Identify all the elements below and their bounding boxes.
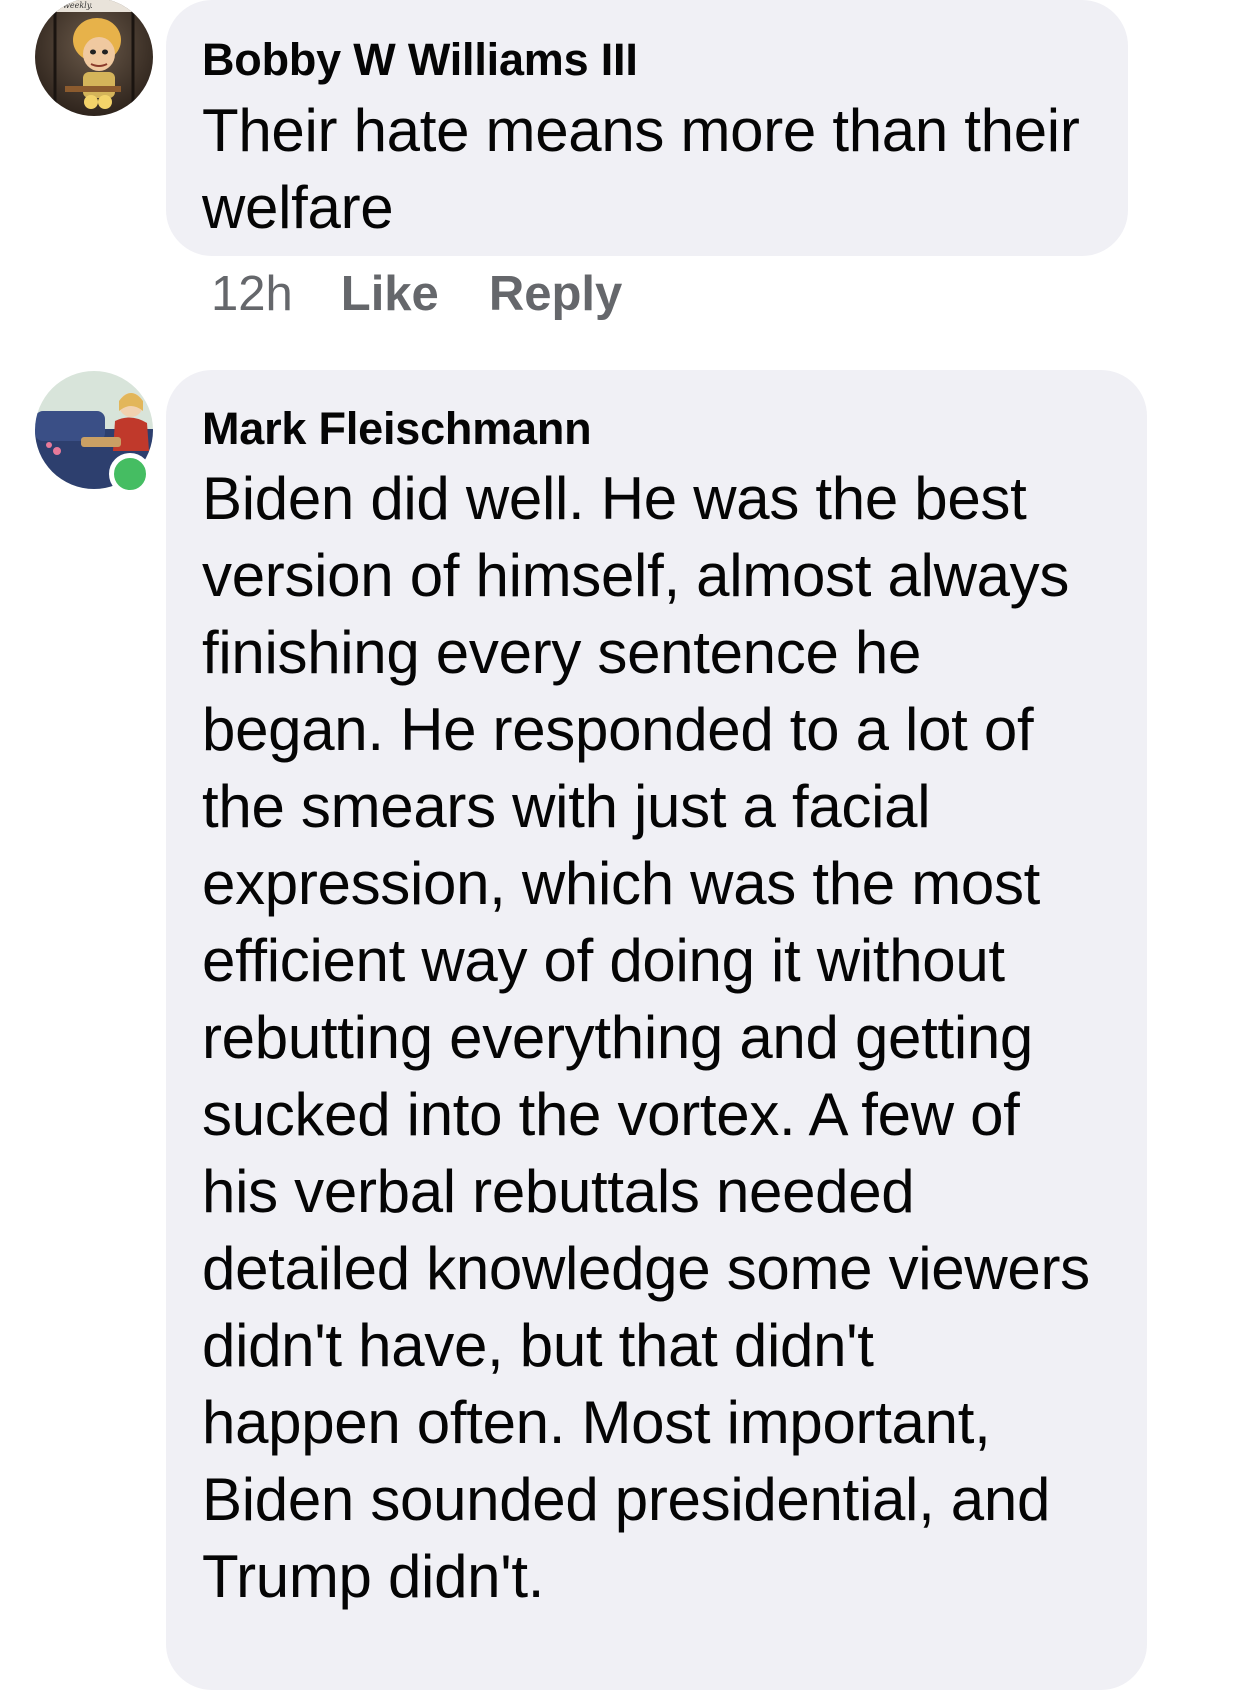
- comment-timestamp[interactable]: 12h: [211, 266, 293, 322]
- svg-text:weekly.: weekly.: [63, 1, 93, 10]
- comment-author[interactable]: Mark Fleischmann: [202, 403, 592, 455]
- comment-text: Biden did well. He was the best version …: [202, 465, 1090, 1610]
- reply-button[interactable]: Reply: [489, 266, 622, 322]
- comment-1: weekly. Bobby W Williams III Their hate …: [0, 0, 1242, 340]
- avatar[interactable]: weekly.: [35, 0, 153, 116]
- comment-text: Their hate means more than their welfare: [202, 97, 1080, 241]
- comment-2: Mark Fleischmann Biden did well. He was …: [0, 370, 1242, 1690]
- profile-photo-icon: weekly.: [35, 0, 153, 116]
- online-status-icon: [109, 453, 151, 495]
- comment-bubble: Mark Fleischmann Biden did well. He was …: [166, 370, 1147, 1690]
- like-button[interactable]: Like: [341, 266, 439, 322]
- comment-actions: 12h Like Reply: [211, 266, 672, 322]
- comment-author[interactable]: Bobby W Williams III: [202, 34, 638, 86]
- comment-bubble: Bobby W Williams III Their hate means mo…: [166, 0, 1128, 256]
